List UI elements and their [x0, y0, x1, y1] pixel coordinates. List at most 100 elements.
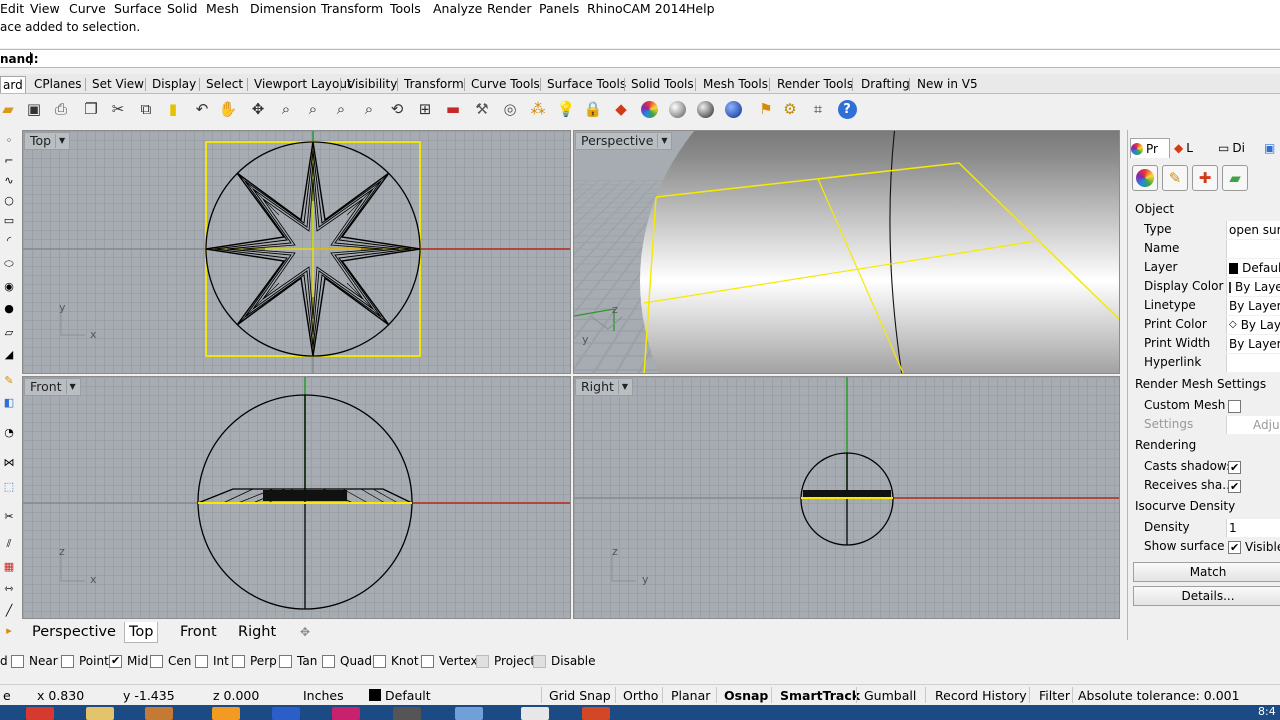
arc-icon[interactable]: ◜: [0, 232, 18, 248]
osnap-disable[interactable]: Disable: [533, 654, 596, 668]
tab-mesh-tools[interactable]: Mesh Tools: [703, 76, 768, 93]
prop-value[interactable]: By Layer: [1226, 335, 1280, 353]
osnap-vertex[interactable]: Vertex: [421, 654, 478, 668]
indesign-icon[interactable]: [332, 707, 360, 720]
viewport-front[interactable]: z x Front ▼: [22, 376, 571, 619]
menu-help[interactable]: Help: [686, 1, 715, 16]
wrench-icon[interactable]: ⚒: [470, 97, 494, 121]
tab-layers[interactable]: ◆ L: [1174, 138, 1193, 158]
zoom-icon[interactable]: ⌕: [274, 97, 298, 121]
osnap-int[interactable]: Int: [195, 654, 229, 668]
checkbox[interactable]: [373, 654, 386, 668]
save-icon[interactable]: ▣: [22, 97, 46, 121]
viewport-right[interactable]: z y Right ▼: [573, 376, 1120, 619]
rectangle-icon[interactable]: ▭: [0, 212, 18, 228]
rendered-sphere-icon[interactable]: [693, 97, 717, 121]
prop-casts-shadows[interactable]: Casts shadows: [1128, 457, 1280, 476]
app-icon[interactable]: [455, 707, 483, 720]
texture-mapping-icon[interactable]: ▰: [1222, 165, 1248, 191]
menu-rhinocam[interactable]: RhinoCAM 2014: [587, 1, 687, 16]
tab-transform[interactable]: Transform: [404, 76, 464, 93]
prop-print-color[interactable]: Print Color ◇By Layer: [1128, 315, 1280, 334]
pencil-icon[interactable]: ✎: [0, 372, 18, 388]
options-gear-icon[interactable]: ⚙: [778, 97, 802, 121]
planar-toggle[interactable]: Planar: [671, 688, 710, 703]
snap-icon[interactable]: ⁂: [526, 97, 550, 121]
viewport-tab-top[interactable]: Top: [124, 622, 159, 643]
illustrator-icon[interactable]: [212, 707, 240, 720]
ellipse-icon[interactable]: ⬭: [0, 256, 18, 272]
viewport-tab-front[interactable]: Front: [176, 622, 221, 643]
menu-render[interactable]: Render: [487, 1, 532, 16]
select-filter-icon[interactable]: ⚑: [754, 97, 778, 121]
prop-display-color[interactable]: Display Color By Layer: [1128, 277, 1280, 296]
osnap-mid[interactable]: Mid: [109, 654, 148, 668]
powerpoint-icon[interactable]: [582, 707, 610, 720]
viewport-tab-perspective[interactable]: Perspective: [28, 622, 120, 643]
viewport-title-front[interactable]: Front ▼: [24, 378, 81, 396]
add-viewport-tab-icon[interactable]: ✥: [296, 622, 314, 643]
chrome-icon[interactable]: [26, 707, 54, 720]
layer-icon[interactable]: ◆: [609, 97, 633, 121]
prop-value[interactable]: By Layer: [1226, 297, 1280, 315]
extrude-icon[interactable]: ◢: [0, 346, 18, 362]
checkbox[interactable]: [11, 654, 24, 668]
menu-curve[interactable]: Curve: [69, 1, 106, 16]
split-icon[interactable]: ⫽: [0, 536, 18, 552]
join-icon[interactable]: ⋈: [0, 454, 18, 470]
prop-layer[interactable]: Layer Default: [1128, 258, 1280, 277]
import-icon[interactable]: ❐: [79, 97, 103, 121]
trim-icon[interactable]: ✂: [0, 508, 18, 524]
color-wheel-icon[interactable]: [637, 97, 661, 121]
app-icon[interactable]: [521, 707, 549, 720]
menu-panels[interactable]: Panels: [539, 1, 579, 16]
prop-value[interactable]: [1226, 240, 1280, 258]
zoom-selected-icon[interactable]: ⌕: [357, 97, 381, 121]
glass-sphere-icon[interactable]: [721, 97, 745, 121]
checkbox[interactable]: [61, 654, 74, 668]
zoom-extents-icon[interactable]: ⌕: [329, 97, 353, 121]
rotate-view-icon[interactable]: ⟲: [385, 97, 409, 121]
ortho-toggle[interactable]: Ortho: [623, 688, 658, 703]
chevron-down-icon[interactable]: ▼: [55, 134, 68, 148]
viewport-top[interactable]: y x Top ▼: [22, 130, 571, 374]
solid-icon[interactable]: ●: [0, 300, 18, 316]
paste-icon[interactable]: ▮: [161, 97, 185, 121]
filter-toggle[interactable]: Filter: [1039, 688, 1070, 703]
move-icon[interactable]: ✥: [246, 97, 270, 121]
osnap-tan[interactable]: Tan: [279, 654, 317, 668]
prop-type[interactable]: Type open surface: [1128, 220, 1280, 239]
tab-set-view[interactable]: Set View: [92, 76, 144, 93]
grid-icon[interactable]: ⌗: [806, 97, 830, 121]
menu-edit[interactable]: Edit: [0, 1, 24, 16]
menu-transform[interactable]: Transform: [321, 1, 383, 16]
tab-surface-tools[interactable]: Surface Tools: [547, 76, 626, 93]
osnap-knot[interactable]: Knot: [373, 654, 419, 668]
point-icon[interactable]: ◦: [0, 132, 18, 148]
menu-view[interactable]: View: [30, 1, 60, 16]
prop-value[interactable]: By Layer: [1226, 278, 1280, 296]
tab-curve-tools[interactable]: Curve Tools: [471, 76, 540, 93]
more-tools-icon[interactable]: ▸: [0, 622, 18, 638]
prop-density[interactable]: Density 1: [1128, 518, 1280, 537]
osnap-end[interactable]: d: [0, 654, 8, 668]
viewport-title-right[interactable]: Right ▼: [575, 378, 633, 396]
units[interactable]: Inches: [303, 688, 344, 703]
checkbox[interactable]: [1228, 399, 1241, 413]
undo-icon[interactable]: ↶: [190, 97, 214, 121]
lock-icon[interactable]: 🔒: [581, 97, 605, 121]
chevron-down-icon[interactable]: ▼: [65, 380, 79, 394]
chevron-down-icon[interactable]: ▼: [657, 134, 670, 148]
tab-visibility[interactable]: Visibility: [347, 76, 397, 93]
menu-mesh[interactable]: Mesh: [206, 1, 239, 16]
viewport-title-perspective[interactable]: Perspective ▼: [575, 132, 673, 150]
checkbox-checked[interactable]: [1228, 479, 1241, 495]
gumball-toggle[interactable]: Gumball: [864, 688, 916, 703]
prop-receives-shadows[interactable]: Receives sha...: [1128, 476, 1280, 495]
tab-display[interactable]: Display: [152, 76, 196, 93]
grid-snap-toggle[interactable]: Grid Snap: [549, 688, 611, 703]
record-history-toggle[interactable]: Record History: [935, 688, 1027, 703]
match-button[interactable]: Match: [1133, 562, 1280, 582]
checkbox[interactable]: [533, 654, 546, 668]
checkbox[interactable]: [195, 654, 208, 668]
